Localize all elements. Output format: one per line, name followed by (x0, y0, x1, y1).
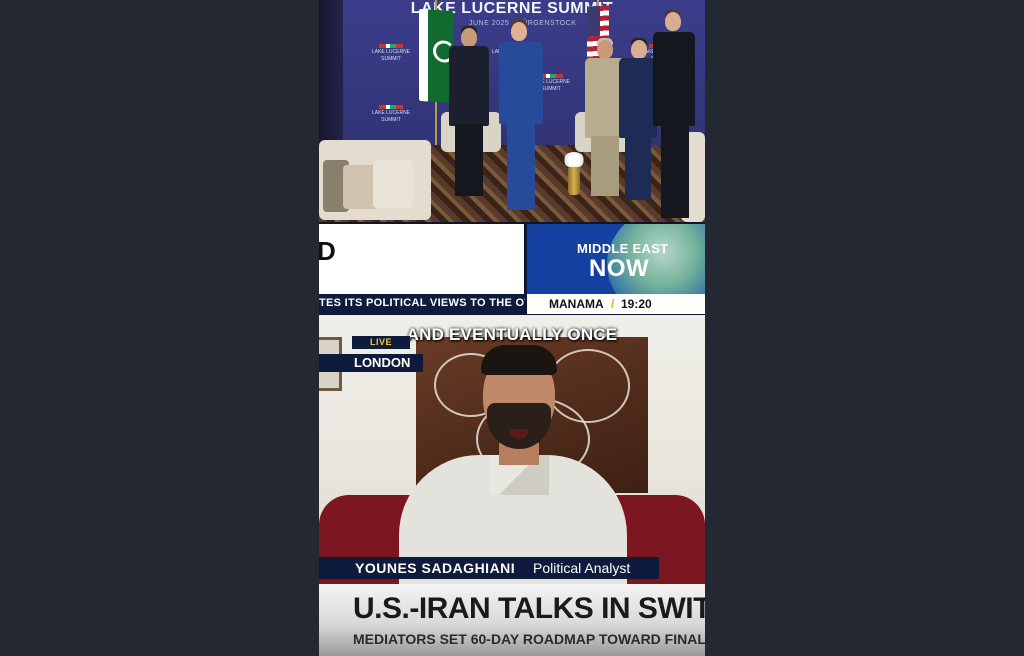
headline-panel: D (319, 224, 524, 294)
location-time-box: MANAMA / 19:20 (527, 294, 705, 314)
program-name-line2: NOW (589, 255, 650, 282)
backdrop-logo: LAKE LUCERNE SUMMIT (371, 44, 411, 63)
ticker-text: TES ITS POLITICAL VIEWS TO THE OTH (319, 297, 525, 309)
time-label: 19:20 (621, 297, 652, 311)
lower-third-headline: U.S.-IRAN TALKS IN SWITZERLAN MEDIATORS … (319, 584, 705, 656)
speaker-location-label: LONDON (354, 355, 411, 370)
speaker-name-bar: YOUNES SADAGHIANI Political Analyst (319, 557, 659, 579)
speaker-name: YOUNES SADAGHIANI (355, 560, 516, 576)
speaker-location: LONDON (319, 354, 423, 372)
summit-photo: LAKE LUCERNE SUMMIT JUNE 2025 · BÜRGENST… (319, 0, 705, 222)
headline: U.S.-IRAN TALKS IN SWITZERLAN (353, 592, 705, 625)
live-badge: LIVE (352, 336, 410, 349)
program-logo: MIDDLE EAST NOW (527, 224, 705, 294)
news-ticker: TES ITS POLITICAL VIEWS TO THE OTH (319, 294, 525, 314)
flower-vase (563, 152, 585, 200)
banner-title: LAKE LUCERNE SUMMIT (410, 0, 614, 17)
separator: / (611, 297, 615, 311)
cushion (373, 160, 413, 208)
backdrop-logo: LAKE LUCERNE SUMMIT (371, 105, 411, 124)
speaker-role: Political Analyst (533, 560, 631, 576)
subheadline: MEDIATORS SET 60-DAY ROADMAP TOWARD FINA… (353, 631, 705, 647)
curtain (319, 0, 343, 150)
location-label: MANAMA (549, 297, 604, 311)
program-name-line1: MIDDLE EAST (577, 241, 669, 256)
speaker-hair (481, 345, 557, 375)
pakistan-flag-icon (419, 8, 455, 104)
cut-headline-letter: D (319, 236, 336, 266)
video-frame[interactable]: LAKE LUCERNE SUMMIT JUNE 2025 · BÜRGENST… (319, 0, 705, 656)
